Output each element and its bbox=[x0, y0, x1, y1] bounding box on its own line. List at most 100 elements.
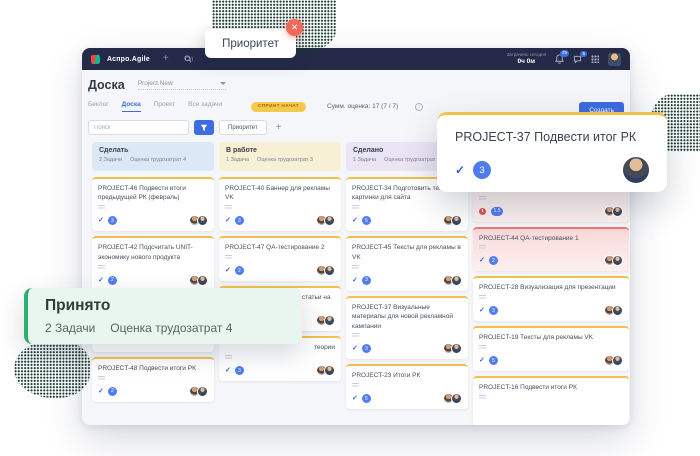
user-avatar[interactable] bbox=[608, 53, 621, 66]
estimate-badge: 3 bbox=[489, 306, 498, 315]
accepted-column-popup[interactable]: Принято 2 Задачи Оценка трудозатрат 4 bbox=[24, 288, 302, 344]
task-title: PROJECT-44 QA-тестирование 1 bbox=[479, 234, 623, 243]
task-card[interactable]: PROJECT-47 QA-тестирование 2✓2 bbox=[219, 236, 341, 281]
tab-all-tasks[interactable]: Все задачи bbox=[188, 101, 222, 112]
check-icon: ✓ bbox=[352, 277, 358, 284]
task-card[interactable]: PROJECT-42 Подсчитать UNIT-экономику нов… bbox=[92, 236, 214, 290]
info-icon[interactable]: i bbox=[415, 103, 423, 111]
board-column: Сделать2 ЗадачиОценка трудозатрат 4PROJE… bbox=[92, 142, 214, 407]
task-card[interactable]: PROJECT-19 Тексты для рекламы VK✓5 bbox=[473, 326, 629, 371]
check-icon: ✓ bbox=[479, 257, 485, 264]
nav-menu-item-partial[interactable]: Сп bbox=[185, 56, 193, 63]
assignee-avatars bbox=[443, 343, 462, 354]
sprint-status-badge: СПРИНТ НАЧАТ bbox=[251, 102, 306, 112]
description-icon bbox=[225, 255, 232, 260]
check-icon: ✓ bbox=[225, 267, 231, 274]
check-icon: ✓ bbox=[98, 388, 104, 395]
avatar bbox=[324, 365, 335, 376]
column-header[interactable]: Сделать2 ЗадачиОценка трудозатрат 4 bbox=[92, 142, 214, 171]
check-icon: ✓ bbox=[225, 217, 231, 224]
column-task-count: 1 Задача bbox=[353, 157, 376, 163]
task-title: PROJECT-16 Подвести итоги РК bbox=[479, 383, 623, 392]
estimate-badge: 3 bbox=[108, 216, 117, 225]
task-card[interactable]: PROJECT-46 Подвести итоги предыдущей РК … bbox=[92, 177, 214, 231]
estimate-badge: 5 bbox=[489, 356, 498, 365]
priority-filter-chip[interactable]: Приоритет bbox=[219, 120, 267, 135]
add-icon[interactable]: + bbox=[163, 54, 169, 64]
column-task-count: 2 Задачи bbox=[45, 321, 95, 335]
assignee-avatars bbox=[604, 355, 623, 366]
check-icon: ✓ bbox=[352, 217, 358, 224]
task-title: теории bbox=[225, 343, 335, 352]
estimate-badge: 2 bbox=[108, 387, 117, 396]
avatar bbox=[612, 305, 623, 316]
task-title: PROJECT-47 QA-тестирование 2 bbox=[225, 243, 335, 252]
task-card[interactable]: PROJECT-48 Подвести итоги РК✓2 bbox=[92, 357, 214, 402]
avatar bbox=[612, 355, 623, 366]
time-tracker: Затрачено сегодня 0ч 0м bbox=[507, 52, 546, 66]
task-card-popup[interactable]: PROJECT-37 Подвести итог РК ✓ 3 bbox=[437, 112, 667, 192]
column-estimate: Оценка трудозатрат bbox=[384, 157, 435, 163]
task-card[interactable]: PROJECT-40 Баннер для рекламы VK✓3 bbox=[219, 177, 341, 231]
description-icon bbox=[98, 205, 105, 210]
notifications-badge: 29 bbox=[560, 50, 569, 57]
description-icon bbox=[479, 245, 486, 250]
project-select[interactable]: Project.New bbox=[138, 80, 226, 90]
assignee-avatars bbox=[443, 393, 462, 404]
task-title: PROJECT-19 Тексты для рекламы VK bbox=[479, 333, 623, 342]
column-task-count: 2 Задачи bbox=[99, 157, 122, 163]
chat-icon[interactable]: 5 bbox=[573, 55, 582, 64]
estimate-badge: 2 bbox=[489, 256, 498, 265]
add-filter-icon[interactable]: + bbox=[276, 123, 282, 133]
estimate-badge: 3 bbox=[362, 344, 371, 353]
task-card[interactable]: PROJECT-37 Визуальные материалы для ново… bbox=[346, 296, 468, 360]
task-card[interactable]: PROJECT-23 Итоги РК✓5 bbox=[346, 364, 468, 409]
check-icon: ✓ bbox=[479, 307, 485, 314]
estimate-badge: 3 bbox=[235, 216, 244, 225]
estimate-badge: 5 bbox=[362, 394, 371, 403]
assignee-avatars bbox=[604, 206, 623, 217]
column-estimate: Оценка трудозатрат 4 bbox=[110, 321, 232, 335]
time-tracker-label: Затрачено сегодня bbox=[507, 52, 546, 58]
board-tabs: Беклог Доска Проект Все задачи СПРИНТ НА… bbox=[88, 101, 624, 112]
time-tracker-value: 0ч 0м bbox=[507, 58, 546, 66]
assignee-avatars bbox=[189, 386, 208, 397]
assignee-avatars bbox=[316, 365, 335, 376]
task-title: PROJECT-46 Подвести итоги предыдущей РК … bbox=[98, 184, 208, 203]
assignee-avatars bbox=[189, 215, 208, 226]
check-icon: ✓ bbox=[98, 277, 104, 284]
column-task-count: 1 Задача bbox=[226, 157, 249, 163]
filter-button[interactable] bbox=[194, 120, 214, 135]
avatar bbox=[451, 275, 462, 286]
avatar bbox=[197, 215, 208, 226]
avatar bbox=[324, 215, 335, 226]
close-icon[interactable]: ✕ bbox=[286, 19, 303, 36]
app-window: Аспро.Agile + Сп Затрачено сегодня 0ч 0м… bbox=[82, 48, 630, 425]
search-input[interactable] bbox=[88, 120, 189, 135]
avatar bbox=[451, 343, 462, 354]
priority-tooltip: Приоритет bbox=[205, 29, 296, 58]
check-icon: ✓ bbox=[455, 164, 465, 176]
chevron-down-icon bbox=[220, 82, 226, 85]
description-icon bbox=[479, 395, 486, 400]
avatar bbox=[623, 157, 649, 183]
task-card[interactable]: PROJECT-16 Подвести итоги РК bbox=[473, 376, 629, 425]
task-card[interactable]: PROJECT-45 Тексты для рекламы в VK✓3 bbox=[346, 236, 468, 290]
task-card[interactable]: PROJECT-28 Визуализация для презентации✓… bbox=[473, 276, 629, 321]
tab-board[interactable]: Доска bbox=[122, 101, 141, 112]
tab-project[interactable]: Проект bbox=[154, 101, 175, 112]
column-estimate: Оценка трудозатрат 4 bbox=[130, 157, 186, 163]
check-icon: ✓ bbox=[225, 367, 231, 374]
assignee-avatars bbox=[443, 275, 462, 286]
estimate-badge: 5 bbox=[362, 216, 371, 225]
speckle-decoration-bottom bbox=[14, 341, 90, 398]
apps-grid-icon[interactable] bbox=[591, 55, 599, 63]
tab-backlog[interactable]: Беклог bbox=[88, 101, 109, 112]
avatar bbox=[612, 206, 623, 217]
task-card[interactable]: PROJECT-44 QA-тестирование 1 ✓ 2 bbox=[473, 227, 629, 272]
aspro-logo-icon bbox=[91, 54, 101, 64]
description-icon bbox=[352, 265, 359, 270]
column-header[interactable]: В работе1 ЗадачаОценка трудозатрат 3 bbox=[219, 142, 341, 171]
notifications-bell-icon[interactable]: 29 bbox=[555, 54, 564, 64]
check-icon: ✓ bbox=[98, 217, 104, 224]
